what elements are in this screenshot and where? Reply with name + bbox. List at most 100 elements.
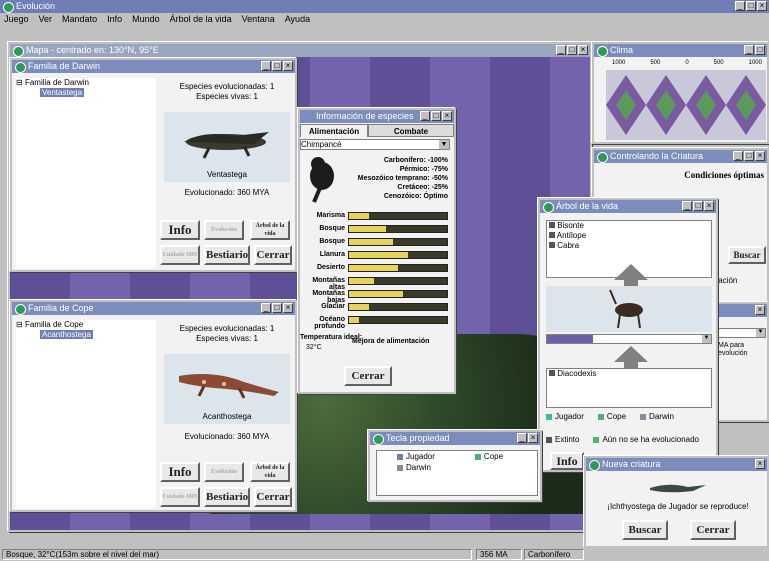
habitat-bar — [348, 264, 448, 272]
menu-mandato[interactable]: Mandato — [62, 13, 97, 26]
legend-darwin: Darwin — [640, 412, 674, 421]
side-dropdown[interactable]: ▼ — [718, 328, 766, 338]
climate-0: Carbonífero: -100% — [383, 157, 448, 164]
minimize-button[interactable]: _ — [556, 45, 566, 55]
menu-ver[interactable]: Ver — [39, 13, 53, 26]
menu-bar: Juego Ver Mandato Info Mundo Árbol de la… — [0, 13, 769, 26]
habitat-label: Océano profundo — [314, 316, 345, 330]
arbol-button[interactable]: Árbol de la vida — [250, 220, 290, 240]
control-buscar-button[interactable]: Buscar — [728, 246, 766, 264]
darwin-titlebar: Familia de Darwin _ □ × — [12, 60, 295, 73]
minimize-button[interactable]: _ — [261, 303, 271, 313]
maximize-button[interactable]: □ — [693, 201, 703, 211]
chevron-down-icon[interactable]: ▼ — [756, 329, 765, 337]
maximize-button[interactable]: □ — [272, 303, 282, 313]
minimize-button[interactable]: _ — [733, 151, 743, 161]
new-creature-message: ¡Ichthyostega de Jugador se reproduce! — [607, 502, 749, 511]
tree-root[interactable]: ⊟ Familia de Cope — [16, 320, 156, 330]
cuidado-button[interactable]: Cuidado MIS — [160, 487, 200, 507]
maximize-button[interactable]: □ — [431, 111, 441, 121]
cope-family-window: Familia de Cope _ □ × ⊟ Familia de Cope … — [10, 300, 297, 512]
darwin-evolved: Evolucionado: 360 MYA — [184, 188, 270, 197]
close-button[interactable]: × — [755, 151, 765, 161]
menu-ayuda[interactable]: Ayuda — [285, 13, 310, 26]
tree-root[interactable]: ⊟ Familia de Darwin — [16, 78, 156, 88]
close-button[interactable]: × — [755, 459, 765, 469]
legend-cope: Cope — [597, 412, 626, 421]
menu-ventana[interactable]: Ventana — [242, 13, 275, 26]
close-button[interactable]: × — [578, 45, 588, 55]
close-button[interactable]: × — [757, 1, 767, 11]
key-jugador: Jugador — [397, 451, 435, 462]
list-item[interactable]: Bisonte — [549, 221, 711, 231]
app-window-controls: _ □ × — [735, 1, 767, 11]
dropdown-value: Chimpancé — [301, 140, 342, 149]
status-location: Bosque, 32°C(153m sobre el nivel del mar… — [2, 549, 472, 560]
new-creature-cerrar-button[interactable]: Cerrar — [690, 520, 736, 540]
control-title: Controlando la Criatura — [610, 151, 704, 161]
minimize-button[interactable]: _ — [744, 45, 754, 55]
evolucion-button[interactable]: Evolución — [204, 462, 244, 482]
maximize-button[interactable]: □ — [744, 151, 754, 161]
close-button[interactable]: × — [442, 111, 452, 121]
bestiario-button[interactable]: Bestiario — [204, 245, 250, 265]
close-button[interactable]: × — [528, 433, 538, 443]
side-text-1: MA para — [718, 342, 745, 349]
graph-titlebar: Clima _ □ — [594, 44, 767, 57]
side-titlebar: × — [714, 304, 767, 317]
maximize-button[interactable]: □ — [755, 45, 765, 55]
cerrar-button[interactable]: Cerrar — [254, 487, 292, 507]
species-dropdown[interactable]: Chimpancé ▼ — [300, 139, 450, 150]
key-window: Tecla propiedad _ × Jugador Cope Darwin — [368, 430, 542, 502]
maximize-button[interactable]: □ — [272, 61, 282, 71]
info-button[interactable]: Info — [160, 462, 200, 482]
minimize-button[interactable]: _ — [735, 1, 745, 11]
menu-info[interactable]: Info — [107, 13, 122, 26]
list-item[interactable]: Cabra — [549, 241, 711, 251]
climate-1: Pérmico: -75% — [399, 166, 448, 173]
minimize-button[interactable]: _ — [261, 61, 271, 71]
legend-extinto: Extinto — [546, 435, 579, 444]
cope-creature-name: Acanthostega — [202, 412, 252, 421]
info-button[interactable]: Info — [160, 220, 200, 240]
tree-info-button[interactable]: Info — [550, 452, 584, 470]
minimize-button[interactable]: _ — [420, 111, 430, 121]
evolucion-button[interactable]: Evolución — [204, 220, 244, 240]
close-button[interactable]: × — [755, 305, 765, 315]
menu-mundo[interactable]: Mundo — [132, 13, 160, 26]
tree-child[interactable]: Ventastega — [40, 88, 85, 97]
bestiario-button[interactable]: Bestiario — [204, 487, 250, 507]
cope-title: Familia de Cope — [28, 303, 94, 313]
tab-combate[interactable]: Combate — [368, 124, 454, 137]
close-button[interactable]: × — [283, 61, 293, 71]
menu-arbol[interactable]: Árbol de la vida — [170, 13, 232, 26]
new-creature-titlebar: Nueva criatura × — [586, 458, 767, 471]
minimize-button[interactable]: _ — [682, 201, 692, 211]
cerrar-button[interactable]: Cerrar — [254, 245, 292, 265]
darwin-species-evolved: Especies evolucionadas: 1 — [179, 82, 275, 91]
chevron-down-icon[interactable]: ▼ — [439, 140, 449, 149]
tree-window-controls: _ □ × — [682, 201, 714, 211]
tab-alimentacion[interactable]: Alimentación — [300, 124, 368, 137]
legend-no-evolved: Aún no se ha evolucionado — [593, 435, 699, 444]
chevron-down-icon[interactable]: ▼ — [702, 335, 711, 343]
maximize-button[interactable]: □ — [567, 45, 577, 55]
tree-child[interactable]: Acanthostega — [40, 330, 93, 339]
menu-juego[interactable]: Juego — [4, 13, 29, 26]
new-creature-window-controls: × — [755, 459, 765, 469]
new-creature-buscar-button[interactable]: Buscar — [622, 520, 668, 540]
minimize-button[interactable]: _ — [517, 433, 527, 443]
close-button[interactable]: × — [704, 201, 714, 211]
species-cerrar-button[interactable]: Cerrar — [344, 366, 392, 386]
arbol-button[interactable]: Árbol de la vida — [250, 462, 290, 482]
control-tacion: tación — [716, 276, 738, 285]
list-item[interactable]: Antílope — [549, 231, 711, 241]
cuidado-button[interactable]: Cuidado MIS — [160, 245, 200, 265]
temp-value: 32°C — [306, 344, 322, 351]
list-item[interactable]: Diacodexis — [549, 369, 711, 379]
habitat-bar — [348, 225, 448, 233]
close-button[interactable]: × — [283, 303, 293, 313]
maximize-button[interactable]: □ — [746, 1, 756, 11]
habitat-bar-fill — [349, 304, 369, 310]
key-title: Tecla propiedad — [386, 433, 450, 443]
